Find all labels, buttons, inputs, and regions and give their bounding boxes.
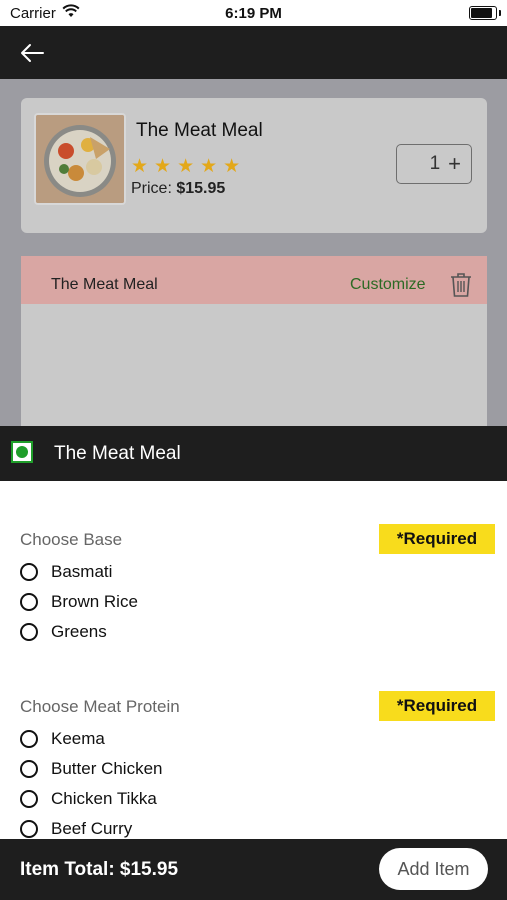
product-title: The Meat Meal xyxy=(136,120,263,141)
option-label: Brown Rice xyxy=(51,592,138,611)
option-label: Chicken Tikka xyxy=(51,789,157,808)
section-title: Choose Base xyxy=(20,530,123,549)
option-keema[interactable]: Keema xyxy=(20,725,105,753)
product-card: The Meat Meal ★★★★★ Price: $15.95 1 + xyxy=(21,98,487,233)
cart-panel: The Meat Meal Customize xyxy=(21,256,487,426)
required-badge: *Required xyxy=(379,691,495,721)
price-row: Price: $15.95 xyxy=(131,180,225,198)
option-label: Butter Chicken xyxy=(51,759,163,778)
option-butter-chicken[interactable]: Butter Chicken xyxy=(20,755,163,783)
option-label: Basmati xyxy=(51,562,113,581)
quantity-value: 1 xyxy=(429,153,441,174)
required-badge: *Required xyxy=(379,524,495,554)
option-label: Beef Curry xyxy=(51,819,133,838)
footer-bar: Item Total: $15.95 Add Item xyxy=(0,839,507,900)
option-chicken-tikka[interactable]: Chicken Tikka xyxy=(20,785,157,813)
option-label: Keema xyxy=(51,729,105,748)
product-image xyxy=(34,113,126,205)
option-brown-rice[interactable]: Brown Rice xyxy=(20,588,138,616)
sheet-title: The Meat Meal xyxy=(54,443,181,464)
option-greens[interactable]: Greens xyxy=(20,618,107,646)
radio-button[interactable] xyxy=(20,623,38,641)
radio-button[interactable] xyxy=(20,563,38,581)
veg-indicator-icon xyxy=(11,441,33,463)
arrow-left-icon xyxy=(21,44,44,62)
radio-button[interactable] xyxy=(20,593,38,611)
rating-stars: ★★★★★ xyxy=(131,156,247,177)
back-button[interactable] xyxy=(14,38,50,68)
cart-item-row: The Meat Meal Customize xyxy=(21,256,487,304)
battery-icon xyxy=(469,6,501,20)
option-basmati[interactable]: Basmati xyxy=(20,558,112,586)
radio-button[interactable] xyxy=(20,820,38,838)
radio-button[interactable] xyxy=(20,790,38,808)
price-value: $15.95 xyxy=(176,180,226,197)
status-bar: Carrier 6:19 PM xyxy=(0,0,507,26)
nav-bar xyxy=(0,26,507,79)
option-beef-curry[interactable]: Beef Curry xyxy=(20,815,132,839)
option-label: Greens xyxy=(51,622,107,641)
plus-icon[interactable]: + xyxy=(448,151,461,177)
radio-button[interactable] xyxy=(20,730,38,748)
sheet-header: The Meat Meal xyxy=(0,426,507,481)
radio-button[interactable] xyxy=(20,760,38,778)
trash-icon[interactable] xyxy=(449,272,473,303)
add-item-button[interactable]: Add Item xyxy=(379,848,488,890)
section-title: Choose Meat Protein xyxy=(20,697,180,716)
clock: 6:19 PM xyxy=(225,5,282,22)
price-label: Price: xyxy=(131,180,172,197)
options-list[interactable]: Choose Base *Required Basmati Brown Rice… xyxy=(0,481,507,839)
item-total: Item Total: $15.95 xyxy=(20,859,179,880)
cart-item-name: The Meat Meal xyxy=(51,276,158,293)
quantity-stepper[interactable]: 1 + xyxy=(396,144,472,184)
customize-link[interactable]: Customize xyxy=(350,276,426,294)
